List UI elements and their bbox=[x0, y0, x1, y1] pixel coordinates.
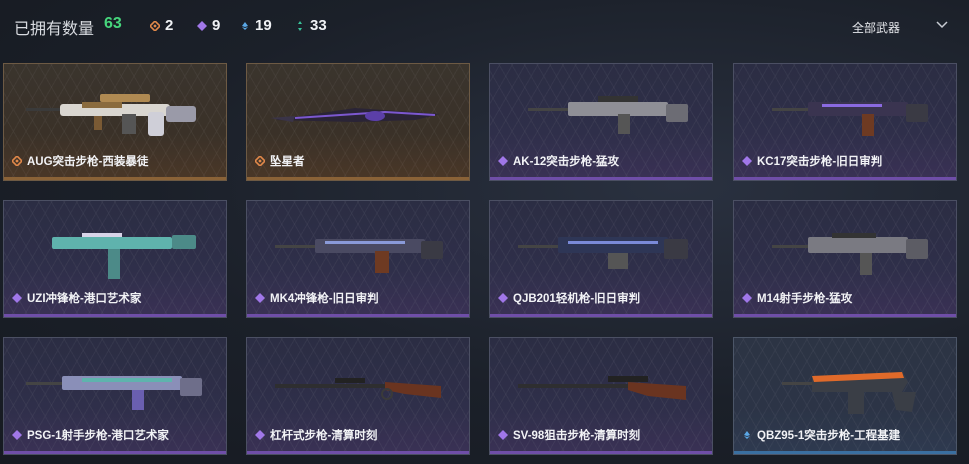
rifle-skin-image bbox=[782, 372, 916, 414]
weapon-label: PSG-1射手步枪-港口艺术家 bbox=[12, 427, 169, 443]
weapon-card[interactable]: AUG突击步枪-西装暴徒 bbox=[3, 63, 227, 181]
weapon-card[interactable]: PSG-1射手步枪-港口艺术家 bbox=[3, 337, 227, 455]
weapon-name: QBZ95-1突击步枪-工程基建 bbox=[757, 430, 901, 442]
smg-skin-image bbox=[275, 239, 443, 273]
rare-icon bbox=[744, 431, 750, 439]
uncommon-icon bbox=[298, 20, 302, 31]
weapon-label: MK4冲锋枪-旧日审判 bbox=[255, 290, 379, 306]
weapon-label: QBZ95-1突击步枪-工程基建 bbox=[742, 427, 900, 443]
stat-uncommon: 33 bbox=[295, 17, 327, 34]
weapon-filter-dropdown[interactable]: 全部武器 bbox=[852, 19, 900, 36]
weapon-name: PSG-1射手步枪-港口艺术家 bbox=[27, 430, 169, 442]
stat-uncommon-value: 33 bbox=[310, 17, 327, 34]
weapon-name: AK-12突击步枪-猛攻 bbox=[513, 156, 620, 168]
weapon-label: M14射手步枪-猛攻 bbox=[742, 290, 852, 306]
melee-blade-image bbox=[270, 108, 440, 122]
weapon-card[interactable]: QJB201轻机枪-旧日审判 bbox=[489, 200, 713, 318]
epic-icon bbox=[498, 156, 508, 166]
epic-icon bbox=[742, 293, 752, 303]
weapon-label: UZI冲锋枪-港口艺术家 bbox=[12, 290, 141, 306]
weapon-name: 杠杆式步枪-清算时刻 bbox=[270, 430, 378, 442]
weapon-card[interactable]: M14射手步枪-猛攻 bbox=[733, 200, 957, 318]
stat-rare: 19 bbox=[240, 17, 272, 34]
weapon-name: AUG突击步枪-西装暴徒 bbox=[27, 156, 149, 168]
epic-icon bbox=[742, 156, 752, 166]
weapon-card[interactable]: 坠星者 bbox=[246, 63, 470, 181]
epic-icon bbox=[12, 430, 22, 440]
epic-icon bbox=[498, 293, 508, 303]
stat-legendary-value: 2 bbox=[165, 17, 174, 34]
weapon-label: 杠杆式步枪-清算时刻 bbox=[255, 427, 377, 443]
weapon-card[interactable]: 杠杆式步枪-清算时刻 bbox=[246, 337, 470, 455]
rifle-skin-image bbox=[26, 94, 196, 136]
weapon-label: AUG突击步枪-西装暴徒 bbox=[12, 153, 148, 169]
weapon-name: UZI冲锋枪-港口艺术家 bbox=[27, 293, 142, 305]
weapon-card[interactable]: QBZ95-1突击步枪-工程基建 bbox=[733, 337, 957, 455]
rifle-skin-image bbox=[772, 102, 928, 136]
lever-rifle-image bbox=[275, 378, 441, 400]
weapon-name: KC17突击步枪-旧日审判 bbox=[757, 156, 883, 168]
weapon-label: KC17突击步枪-旧日审判 bbox=[742, 153, 882, 169]
owned-label: 已拥有数量 bbox=[14, 21, 95, 38]
legendary-icon bbox=[150, 20, 160, 31]
epic-icon bbox=[12, 293, 22, 303]
epic-icon bbox=[197, 20, 207, 31]
legendary-icon bbox=[255, 156, 265, 166]
epic-icon bbox=[255, 293, 265, 303]
weapon-card[interactable]: SV-98狙击步枪-清算时刻 bbox=[489, 337, 713, 455]
rifle-skin-image bbox=[772, 233, 928, 275]
weapon-name: SV-98狙击步枪-清算时刻 bbox=[513, 430, 641, 442]
stat-rare-value: 19 bbox=[255, 17, 272, 34]
rifle-skin-image bbox=[528, 96, 688, 134]
weapon-card[interactable]: AK-12突击步枪-猛攻 bbox=[489, 63, 713, 181]
weapon-label: QJB201轻机枪-旧日审判 bbox=[498, 290, 640, 306]
weapon-card[interactable]: UZI冲锋枪-港口艺术家 bbox=[3, 200, 227, 318]
lmg-skin-image bbox=[518, 237, 688, 269]
weapon-label: SV-98狙击步枪-清算时刻 bbox=[498, 427, 640, 443]
rifle-skin-image bbox=[26, 376, 202, 410]
stat-epic: 9 bbox=[197, 17, 220, 34]
weapon-name: MK4冲锋枪-旧日审判 bbox=[270, 293, 379, 305]
weapon-name: 坠星者 bbox=[270, 156, 305, 168]
epic-icon bbox=[498, 430, 508, 440]
sniper-skin-image bbox=[518, 376, 686, 400]
weapon-label: 坠星者 bbox=[255, 153, 305, 169]
smg-skin-image bbox=[52, 233, 196, 279]
weapon-name: M14射手步枪-猛攻 bbox=[757, 293, 853, 305]
weapon-card[interactable]: KC17突击步枪-旧日审判 bbox=[733, 63, 957, 181]
weapon-card[interactable]: MK4冲锋枪-旧日审判 bbox=[246, 200, 470, 318]
header-bar: 已拥有数量 63 2 9 19 33 全部武器 bbox=[0, 0, 969, 48]
epic-icon bbox=[255, 430, 265, 440]
chevron-down-icon[interactable] bbox=[936, 18, 948, 30]
owned-count: 63 bbox=[104, 15, 122, 32]
stat-epic-value: 9 bbox=[212, 17, 221, 34]
weapon-label: AK-12突击步枪-猛攻 bbox=[498, 153, 619, 169]
stat-legendary: 2 bbox=[150, 17, 173, 34]
weapon-name: QJB201轻机枪-旧日审判 bbox=[513, 293, 641, 305]
legendary-icon bbox=[12, 156, 22, 166]
rare-icon bbox=[242, 21, 248, 30]
